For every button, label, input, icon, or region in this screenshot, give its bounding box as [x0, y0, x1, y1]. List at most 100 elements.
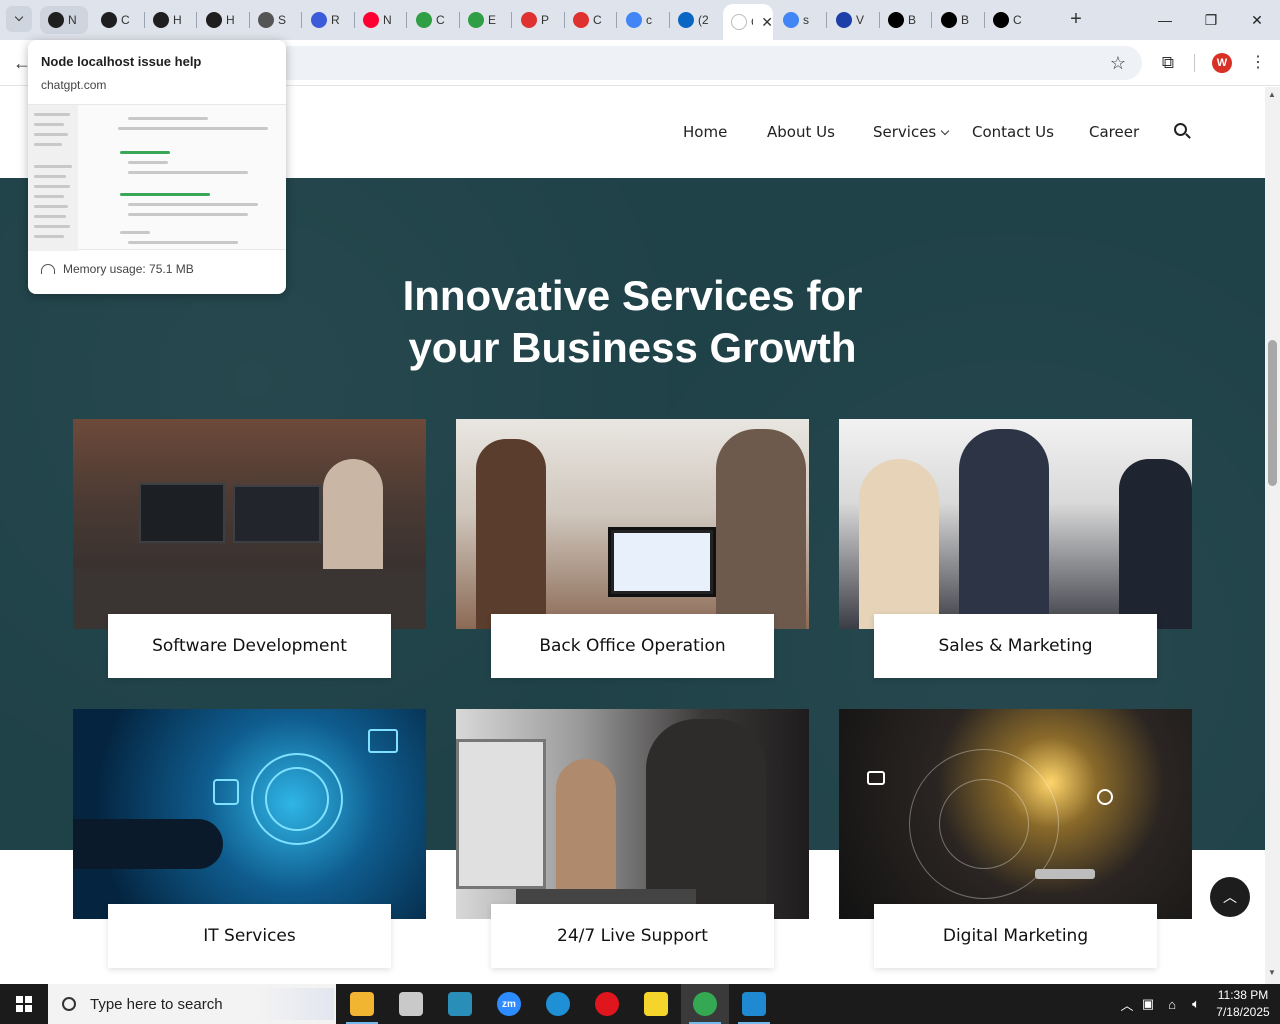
show-hidden-icons-icon[interactable]: ︿	[1118, 995, 1136, 1014]
network-icon[interactable]: ▣	[1136, 996, 1160, 1012]
tab-title: (2	[698, 13, 708, 27]
card-image-software-development[interactable]	[73, 419, 426, 629]
tab-title: R	[331, 13, 340, 27]
google-icon	[783, 12, 799, 28]
opera-icon	[595, 992, 619, 1016]
chevron-down-icon	[14, 12, 24, 22]
file-explorer-icon	[350, 992, 374, 1016]
wordpress-icon	[258, 12, 274, 28]
browser-tab[interactable]: H	[145, 6, 193, 34]
taskbar-app[interactable]: zm	[485, 984, 533, 1024]
taskbar-app[interactable]	[338, 984, 386, 1024]
taskbar-app[interactable]	[632, 984, 680, 1024]
card-label-it-services[interactable]: IT Services	[108, 904, 391, 968]
tab-search-button[interactable]	[6, 6, 32, 32]
card-label-live-support[interactable]: 24/7 Live Support	[491, 904, 774, 968]
taskbar-app[interactable]	[534, 984, 582, 1024]
card-label-software-development[interactable]: Software Development	[108, 614, 391, 678]
scrollbar-thumb[interactable]	[1268, 340, 1277, 486]
tab-title: P	[541, 13, 550, 27]
tab-title: N	[68, 13, 77, 27]
restore-button[interactable]: ❐	[1188, 8, 1234, 32]
chevron-up-icon: ︿	[1223, 889, 1237, 905]
card-label-sales-marketing[interactable]: Sales & Marketing	[874, 614, 1157, 678]
taskbar-app[interactable]	[681, 984, 729, 1024]
back-to-top-button[interactable]: ︿	[1210, 877, 1250, 917]
browser-tab[interactable]: c	[618, 6, 666, 34]
browser-tab[interactable]: S	[250, 6, 298, 34]
card-label-back-office-operation[interactable]: Back Office Operation	[491, 614, 774, 678]
tab-title: H	[226, 13, 235, 27]
card-image-it-services[interactable]	[73, 709, 426, 919]
tab-title: N	[383, 13, 392, 27]
hover-card-memory: Memory usage: 75.1 MB	[41, 262, 194, 276]
browser-tab[interactable]: C	[985, 6, 1033, 34]
browser-tab[interactable]: N	[355, 6, 403, 34]
browser-tab[interactable]: C✕	[723, 4, 773, 40]
browser-tab[interactable]: N	[40, 6, 88, 34]
chatgpt-icon	[101, 12, 117, 28]
browser-tab[interactable]: R	[303, 6, 351, 34]
bookmark-star-icon[interactable]: ☆	[1106, 51, 1130, 75]
nav-contact-us[interactable]: Contact Us	[972, 123, 1054, 141]
window-close-button[interactable]: ✕	[1234, 8, 1280, 32]
tab-title: C	[751, 15, 753, 29]
wix-icon	[416, 12, 432, 28]
card-image-live-support[interactable]	[456, 709, 809, 919]
browser-menu-icon[interactable]: ⋮	[1248, 51, 1268, 75]
taskbar-app[interactable]	[387, 984, 435, 1024]
volume-icon[interactable]: 🔈︎	[1184, 996, 1208, 1012]
page-scrollbar[interactable]	[1265, 87, 1280, 984]
browser-tab[interactable]: C	[93, 6, 141, 34]
tab-separator	[616, 12, 617, 28]
vscode-icon	[742, 992, 766, 1016]
taskbar-app[interactable]	[583, 984, 631, 1024]
browser-tab[interactable]: E	[460, 6, 508, 34]
card-label-digital-marketing[interactable]: Digital Marketing	[874, 904, 1157, 968]
taskbar-app[interactable]	[436, 984, 484, 1024]
nav-services[interactable]: Services	[873, 123, 950, 141]
tab-title: B	[961, 13, 970, 27]
toolbar-divider	[1194, 54, 1195, 72]
nav-about-us[interactable]: About Us	[767, 123, 835, 141]
close-icon[interactable]: ✕	[761, 14, 773, 31]
browser-tab[interactable]: B	[933, 6, 981, 34]
chatgpt-icon	[206, 12, 222, 28]
scroll-up-arrow-icon[interactable]: ▲	[1268, 90, 1276, 99]
profile-avatar[interactable]: W	[1212, 53, 1232, 73]
tab-title: C	[593, 13, 602, 27]
card-image-back-office-operation[interactable]	[456, 419, 809, 629]
card-image-sales-marketing[interactable]	[839, 419, 1192, 629]
spark-icon	[993, 12, 1009, 28]
chatgpt-icon	[48, 12, 64, 28]
taskbar-app[interactable]	[730, 984, 778, 1024]
minimize-button[interactable]: —	[1142, 8, 1188, 32]
tab-title: s	[803, 13, 809, 27]
search-icon[interactable]	[1174, 123, 1192, 141]
gem-app-icon	[448, 992, 472, 1016]
nav-home[interactable]: Home	[683, 123, 727, 141]
browser-tab[interactable]: P	[513, 6, 561, 34]
extension-icon	[468, 12, 484, 28]
tab-separator	[301, 12, 302, 28]
browser-tab[interactable]: s	[775, 6, 823, 34]
nav-career[interactable]: Career	[1089, 123, 1139, 141]
edge-icon	[546, 992, 570, 1016]
zoom-icon: zm	[497, 992, 521, 1016]
browser-tab[interactable]: V	[828, 6, 876, 34]
extensions-puzzle-icon[interactable]: ⧉	[1156, 51, 1180, 75]
plus-icon: +	[1070, 8, 1082, 30]
tab-title: c	[646, 13, 652, 27]
browser-tab[interactable]: B	[880, 6, 928, 34]
new-tab-button[interactable]: +	[1064, 8, 1088, 32]
start-button[interactable]	[0, 984, 48, 1024]
taskbar-search[interactable]: Type here to search	[48, 984, 336, 1024]
wifi-icon[interactable]: ⌂	[1160, 997, 1184, 1012]
browser-tab[interactable]: C	[408, 6, 456, 34]
scroll-down-arrow-icon[interactable]: ▼	[1268, 968, 1276, 977]
browser-tab[interactable]: (2	[670, 6, 718, 34]
browser-tab[interactable]: H	[198, 6, 246, 34]
browser-tab[interactable]: C	[565, 6, 613, 34]
taskbar-clock[interactable]: 11:38 PM 7/18/2025	[1210, 987, 1276, 1021]
card-image-digital-marketing[interactable]	[839, 709, 1192, 919]
